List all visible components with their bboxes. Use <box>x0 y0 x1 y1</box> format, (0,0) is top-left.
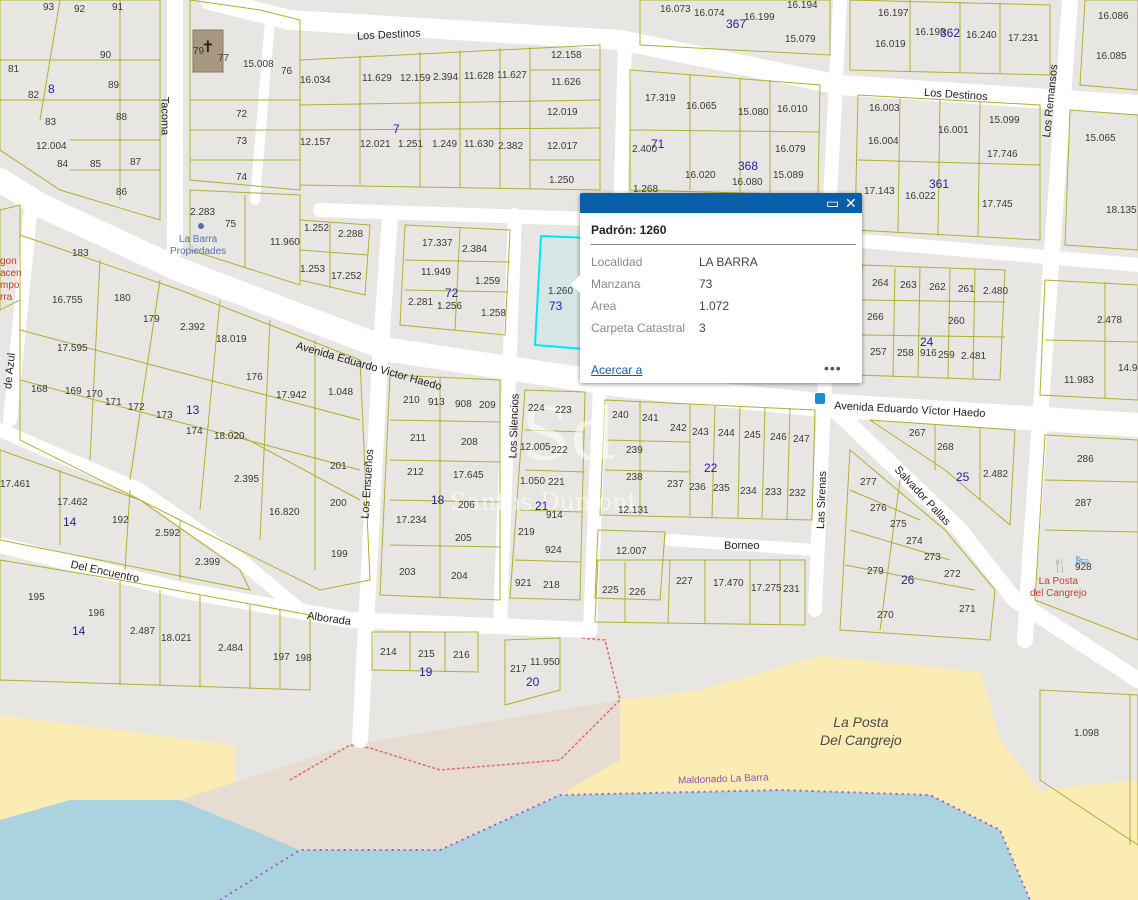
svg-text:✝: ✝ <box>201 37 214 56</box>
road-las-sirenas <box>808 373 832 617</box>
zoom-to-link[interactable]: Acercar a <box>591 363 642 377</box>
popup-header: ▭ ✕ <box>580 193 862 213</box>
more-options-icon[interactable]: ••• <box>824 360 842 376</box>
cadastral-map[interactable]: ✝ Los Destinos Los Destinos Los Remansos… <box>0 0 1138 900</box>
road-vertical-right-top <box>823 0 847 207</box>
parcel-info-popup: ▭ ✕ Padrón: 1260 Localidad LA BARRA Manza… <box>571 193 862 383</box>
road-mid-west <box>250 15 275 205</box>
field-row: Localidad LA BARRA <box>589 251 760 273</box>
field-row: Carpeta Catastral 3 <box>589 317 760 339</box>
close-icon[interactable]: ✕ <box>845 195 857 211</box>
field-key: Manzana <box>591 277 641 291</box>
popup-title: Padrón: 1260 <box>591 223 667 237</box>
map-base: ✝ <box>0 0 1138 900</box>
field-value: 1.072 <box>699 299 730 313</box>
field-value: 73 <box>699 277 713 291</box>
field-value: 3 <box>699 321 706 335</box>
field-key: Localidad <box>591 255 643 269</box>
bus-stop-icon <box>815 393 825 404</box>
field-value: LA BARRA <box>699 255 758 269</box>
field-row: Manzana 73 <box>589 273 760 295</box>
maximize-icon[interactable]: ▭ <box>826 195 839 211</box>
popup-pointer <box>571 275 580 293</box>
field-key: Carpeta Catastral <box>591 321 686 335</box>
field-key: Area <box>591 299 617 313</box>
field-row: Area 1.072 <box>589 295 760 317</box>
popup-fields: Localidad LA BARRA Manzana 73 Area 1.072 Ca… <box>589 251 760 339</box>
road-los-destinos <box>200 0 1138 115</box>
road-borneo <box>664 534 821 556</box>
popup-divider <box>591 244 856 245</box>
